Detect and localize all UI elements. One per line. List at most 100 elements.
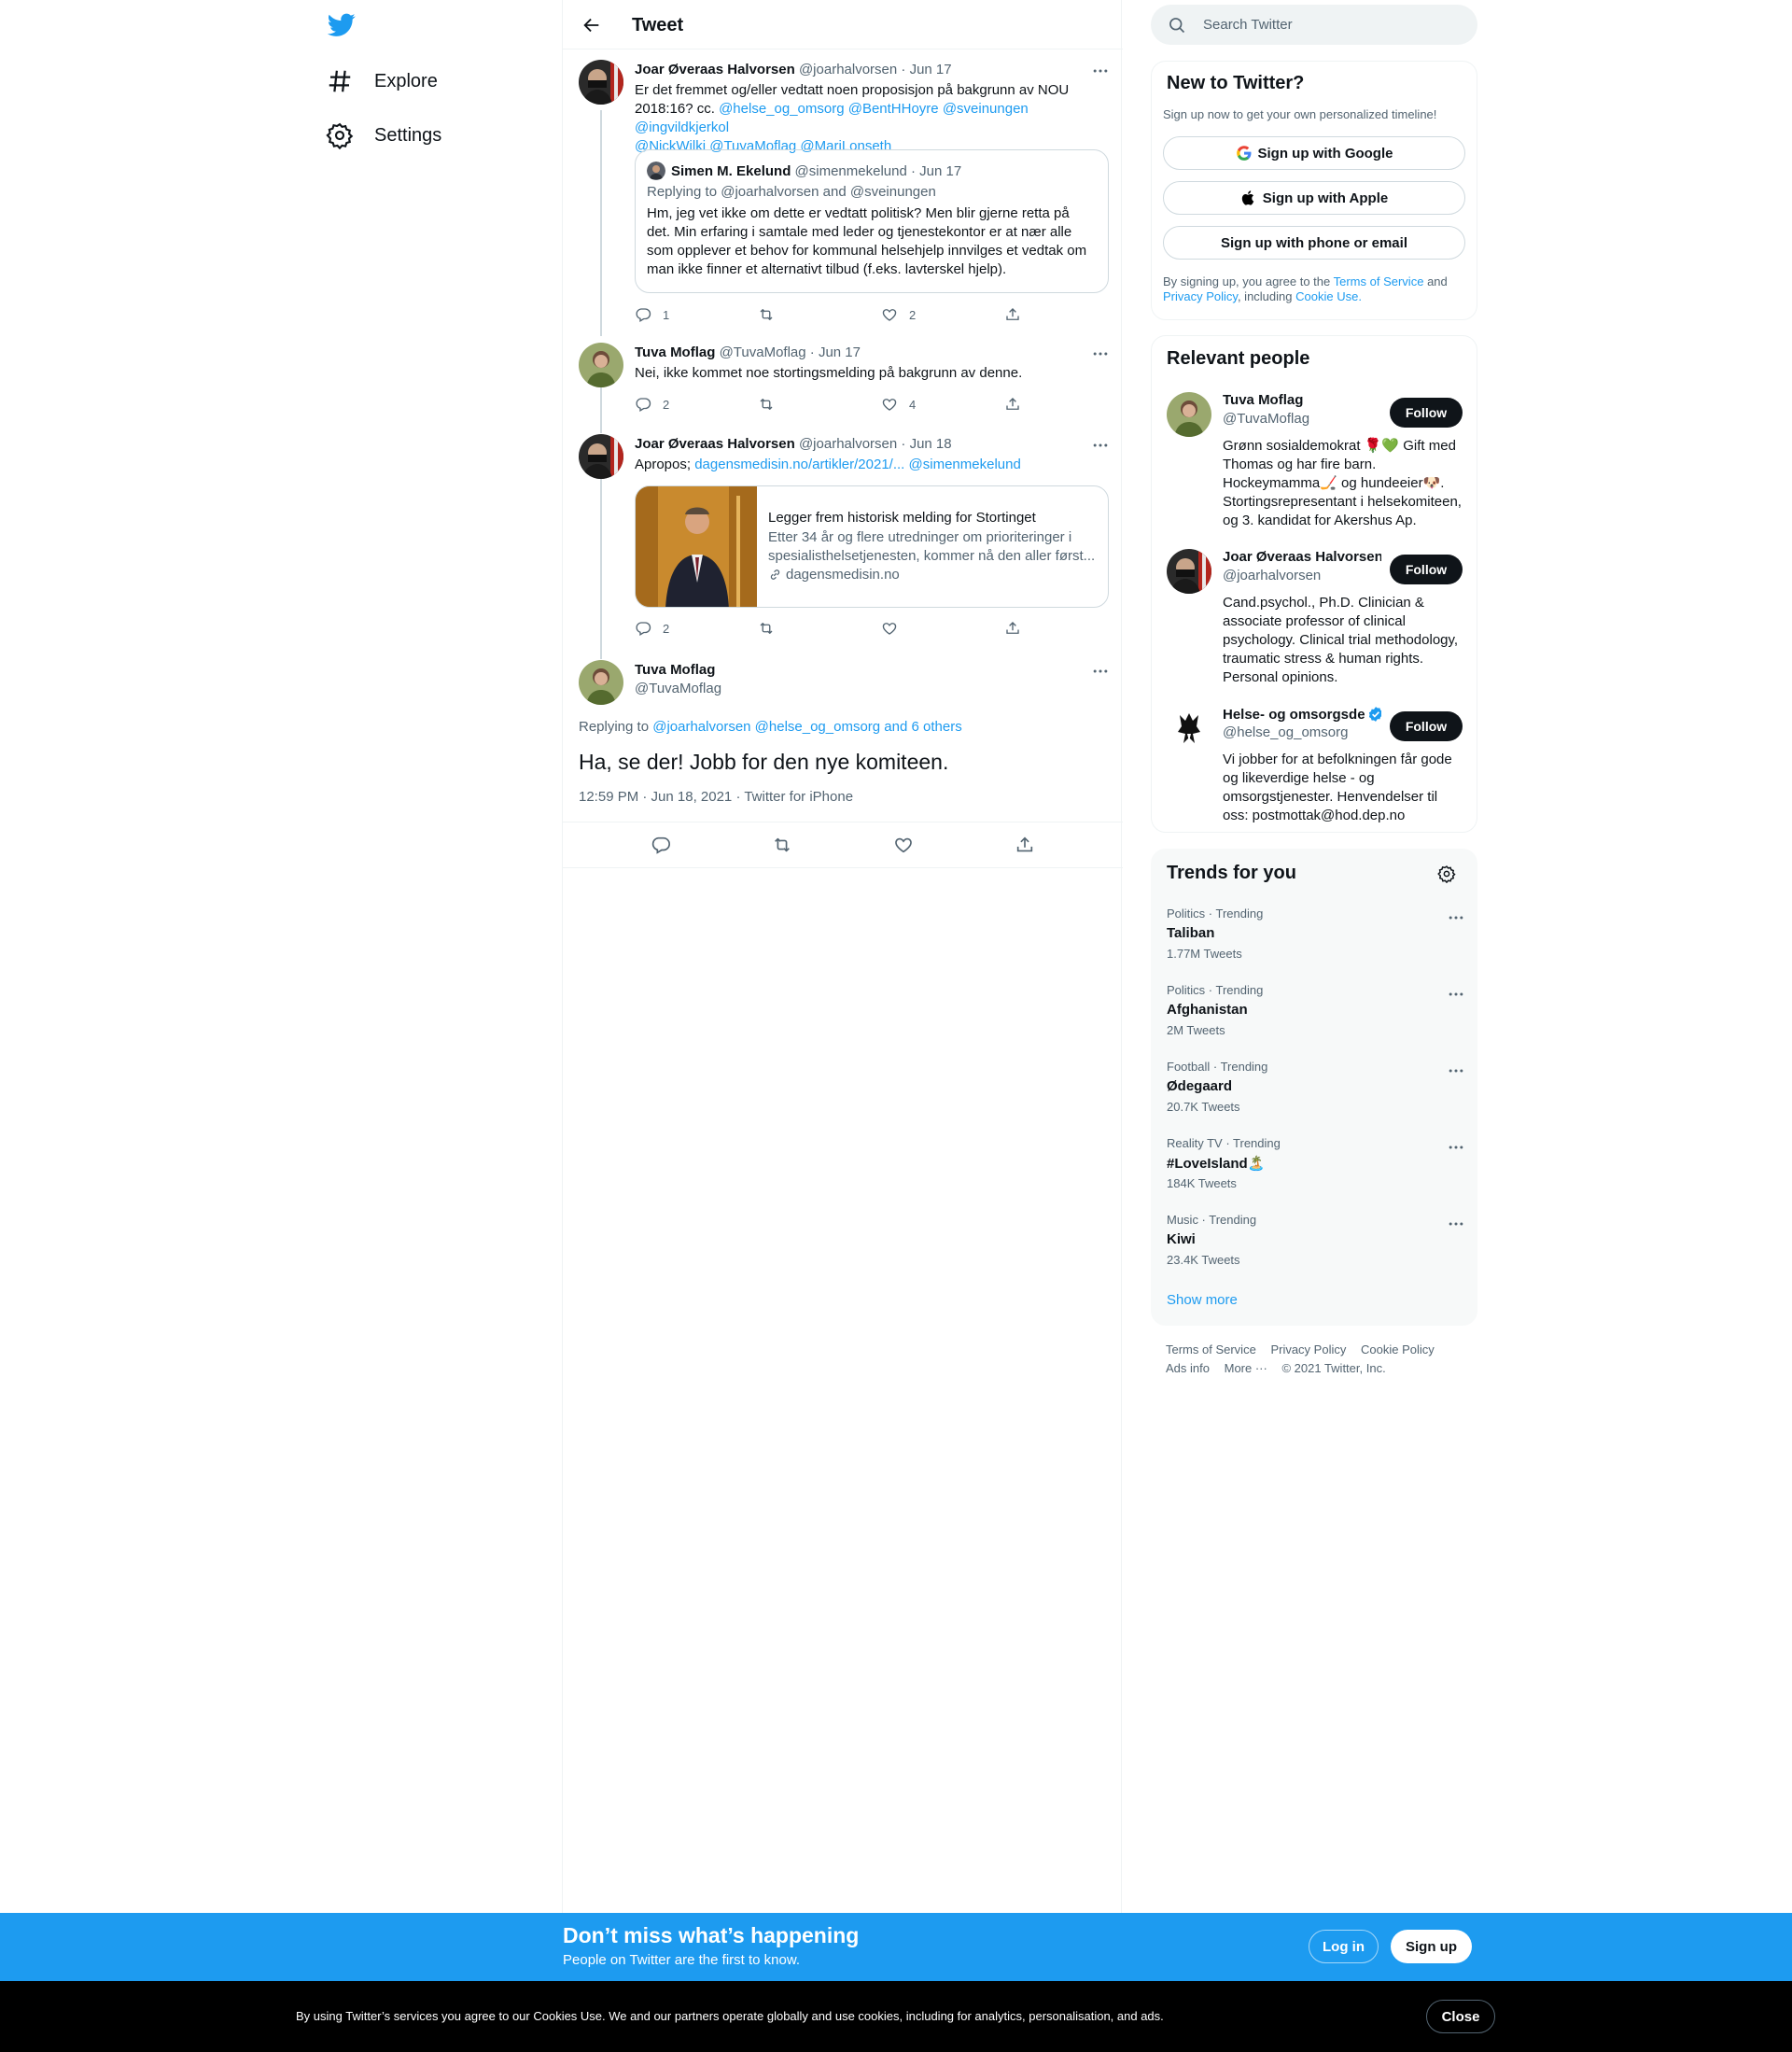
show-more-link[interactable]: Show more <box>1167 1292 1238 1308</box>
more-dots-icon[interactable] <box>1447 908 1465 927</box>
author-handle[interactable]: @TuvaMoflag <box>635 681 721 696</box>
footer-terms-link[interactable]: Terms of Service <box>1166 1342 1256 1356</box>
tweet-date[interactable]: · Jun 18 <box>901 436 951 452</box>
like-button[interactable] <box>881 619 1004 638</box>
banner-subtitle: People on Twitter are the first to know. <box>563 1952 801 1968</box>
trend-item[interactable]: Politics · Trending Afghanistan 2M Tweet… <box>1152 983 1478 1060</box>
author-name[interactable]: Joar Øveraas Halvorsen <box>635 436 795 452</box>
privacy-link[interactable]: Privacy Policy <box>1163 289 1238 303</box>
avatar[interactable] <box>579 343 623 387</box>
bio-line: Stortingsrepresentant i helsekomiteen, <box>1223 494 1462 510</box>
thread-tweet[interactable]: Tuva Moflag @TuvaMoflag · Jun 17 Nei, ik… <box>563 343 1123 427</box>
avatar[interactable] <box>579 434 623 479</box>
author-name[interactable]: Tuva Moflag <box>635 662 715 678</box>
follow-button[interactable]: Follow <box>1390 398 1463 428</box>
replying-to-links[interactable]: @joarhalvorsen @helse_og_omsorg and 6 ot… <box>652 719 961 735</box>
retweet-button[interactable] <box>758 619 881 638</box>
nav-explore[interactable]: Explore <box>326 63 438 100</box>
cookie-close-button[interactable]: Close <box>1426 2000 1495 2033</box>
article-link[interactable]: dagensmedisin.no/artikler/2021/... <box>694 457 904 472</box>
more-dots-icon[interactable] <box>1091 662 1110 681</box>
footer-privacy-link[interactable]: Privacy Policy <box>1270 1342 1346 1356</box>
terms-including: , including <box>1237 289 1293 303</box>
twitter-logo-icon[interactable] <box>328 13 356 37</box>
more-dots-icon[interactable] <box>1091 436 1110 455</box>
signup-apple-button[interactable]: Sign up with Apple <box>1163 181 1465 215</box>
person-card[interactable]: Joar Øveraas Halvorsen @joarhalvorsen Fo… <box>1152 549 1478 698</box>
person-card[interactable]: Tuva Moflag @TuvaMoflag Follow Grønn sos… <box>1152 392 1478 541</box>
author-handle[interactable]: @joarhalvorsen <box>799 62 897 77</box>
more-dots-icon[interactable] <box>1091 344 1110 363</box>
trend-item[interactable]: Politics · Trending Taliban 1.77M Tweets <box>1152 907 1478 983</box>
more-dots-icon[interactable] <box>1447 1061 1465 1080</box>
retweet-button[interactable] <box>758 305 881 324</box>
terms-link[interactable]: Terms of Service <box>1334 274 1424 288</box>
avatar[interactable] <box>579 660 623 705</box>
footer-more-link[interactable]: More ··· <box>1225 1361 1267 1375</box>
quoted-tweet[interactable]: Simen M. Ekelund @simenmekelund · Jun 17… <box>635 149 1109 293</box>
person-card[interactable]: Helse- og omsorgsde @helse_og_omsorg Fol… <box>1152 706 1478 827</box>
nav-settings[interactable]: Settings <box>326 117 441 154</box>
search-input[interactable] <box>1203 17 1446 33</box>
like-button[interactable]: 4 <box>881 395 1004 414</box>
share-icon[interactable] <box>1015 835 1035 855</box>
link-preview-card[interactable]: Legger frem historisk melding for Storti… <box>635 485 1109 608</box>
thread-tweet[interactable]: Joar Øveraas Halvorsen @joarhalvorsen · … <box>563 60 1123 330</box>
card-image <box>636 486 757 607</box>
trend-item[interactable]: Football · Trending Ødegaard 20.7K Tweet… <box>1152 1060 1478 1136</box>
follow-button[interactable]: Follow <box>1390 555 1463 584</box>
like-icon <box>881 396 898 413</box>
trend-item[interactable]: Reality TV · Trending #LoveIsland🏝️ 184K… <box>1152 1136 1478 1213</box>
cookie-use-link[interactable]: Cookie Use. <box>1295 289 1362 303</box>
tweet-date[interactable]: · Jun 17 <box>901 62 951 77</box>
reply-count: 2 <box>663 397 670 412</box>
bio-line: psychology. Clinical trial methodology, <box>1223 632 1459 648</box>
signup-button[interactable]: Sign up <box>1391 1930 1472 1963</box>
tweet-timestamp[interactable]: 12:59 PM · Jun 18, 2021 · Twitter for iP… <box>579 789 853 805</box>
link-icon <box>770 569 780 580</box>
quote-header: Simen M. Ekelund @simenmekelund · Jun 17 <box>647 162 961 180</box>
thread-tweet[interactable]: Joar Øveraas Halvorsen @joarhalvorsen · … <box>563 434 1123 649</box>
share-button[interactable] <box>1004 395 1032 414</box>
more-dots-icon[interactable] <box>1447 1138 1465 1157</box>
back-arrow-icon[interactable] <box>581 15 602 35</box>
footer-ads-link[interactable]: Ads info <box>1166 1361 1210 1375</box>
mention-link[interactable]: @simenmekelund <box>909 457 1021 472</box>
follow-button[interactable]: Follow <box>1390 711 1463 741</box>
search-box[interactable] <box>1151 5 1477 45</box>
more-dots-icon[interactable] <box>1091 62 1110 80</box>
share-button[interactable] <box>1004 619 1032 638</box>
signup-google-button[interactable]: Sign up with Google <box>1163 136 1465 170</box>
share-button[interactable] <box>1004 305 1032 324</box>
retweet-icon[interactable] <box>772 835 792 855</box>
reply-icon[interactable] <box>651 835 671 855</box>
search-icon <box>1169 17 1185 33</box>
more-dots-icon[interactable] <box>1447 1215 1465 1233</box>
author-handle[interactable]: @TuvaMoflag <box>720 344 806 360</box>
reply-button[interactable]: 2 <box>635 619 758 638</box>
avatar[interactable] <box>579 60 623 105</box>
trend-category: Reality TV · Trending <box>1167 1136 1281 1150</box>
gear-icon[interactable] <box>1437 864 1456 883</box>
reply-button[interactable]: 1 <box>635 305 758 324</box>
bio-line: associate professor of clinical <box>1223 613 1406 629</box>
more-dots-icon[interactable] <box>1447 985 1465 1004</box>
like-icon[interactable] <box>893 835 914 855</box>
avatar[interactable] <box>1167 549 1211 594</box>
tweet-date[interactable]: · Jun 17 <box>810 344 861 360</box>
like-button[interactable]: 2 <box>881 305 1004 324</box>
login-button[interactable]: Log in <box>1309 1930 1379 1963</box>
signup-phone-button[interactable]: Sign up with phone or email <box>1163 226 1465 260</box>
author-handle[interactable]: @joarhalvorsen <box>799 436 897 452</box>
author-name[interactable]: Tuva Moflag <box>635 344 715 360</box>
trend-item[interactable]: Music · Trending Kiwi 23.4K Tweets <box>1152 1213 1478 1289</box>
relevant-people-panel: Relevant people Tuva Moflag @TuvaMoflag … <box>1151 335 1477 833</box>
trend-category: Politics · Trending <box>1167 907 1264 921</box>
author-name[interactable]: Joar Øveraas Halvorsen <box>635 62 795 77</box>
reply-button[interactable]: 2 <box>635 395 758 414</box>
bio-line: Grønn sosialdemokrat 🌹💚 Gift med <box>1223 438 1456 454</box>
avatar[interactable] <box>1167 392 1211 437</box>
footer-cookie-link[interactable]: Cookie Policy <box>1361 1342 1435 1356</box>
retweet-button[interactable] <box>758 395 881 414</box>
avatar[interactable] <box>1167 706 1211 751</box>
